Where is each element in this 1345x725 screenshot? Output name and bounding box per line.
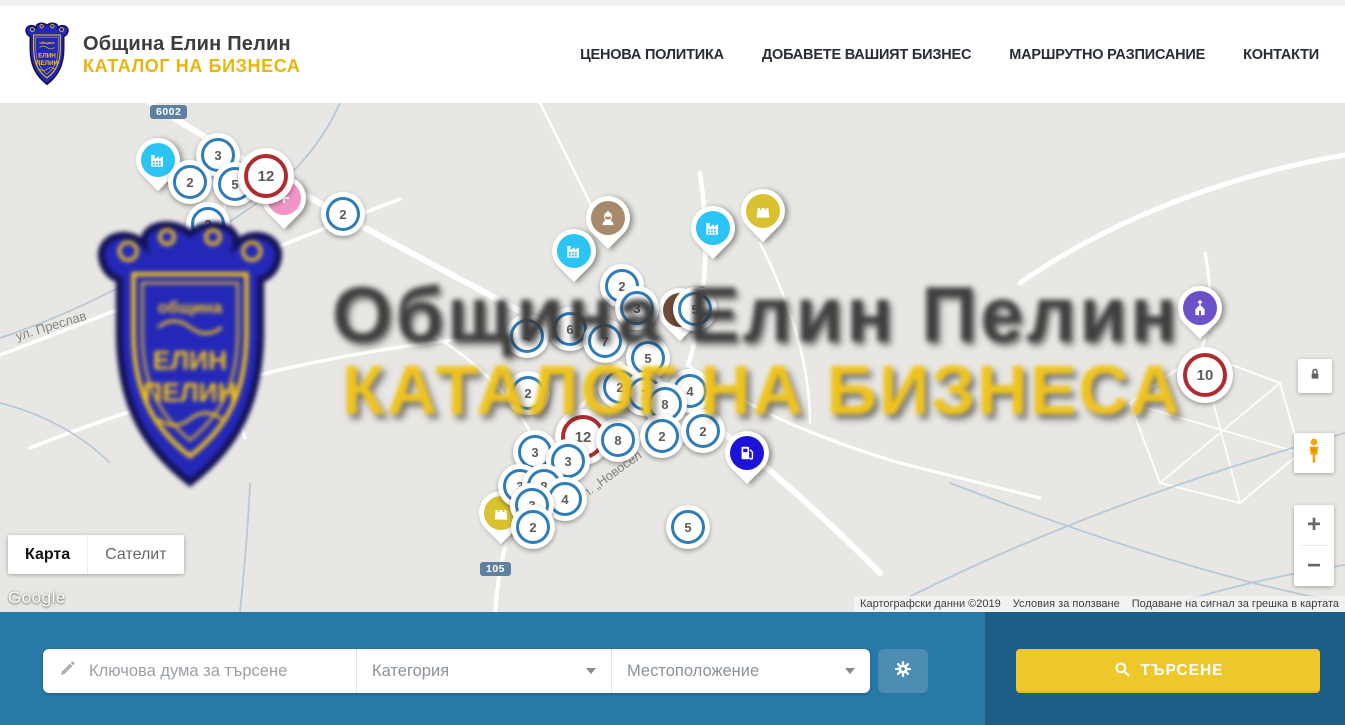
site-title: Община Елин Пелин bbox=[83, 33, 301, 56]
category-select[interactable]: Категория bbox=[357, 649, 612, 693]
cluster-marker[interactable]: 2 bbox=[506, 371, 550, 415]
nav-item[interactable]: ЦЕНОВА ПОЛИТИКА bbox=[580, 47, 724, 63]
fullscreen-lock-button[interactable] bbox=[1298, 359, 1332, 393]
zoom-in-button[interactable]: + bbox=[1294, 505, 1334, 545]
cluster-marker[interactable]: 4 bbox=[505, 314, 549, 358]
cluster-marker[interactable]: 7 bbox=[583, 319, 627, 363]
map-canvas[interactable]: ул. Преславбул. „Новоселция6002105325122… bbox=[0, 103, 1345, 612]
map-type-satellite-button[interactable]: Сателит bbox=[87, 535, 183, 574]
cluster-count: 10 bbox=[1183, 353, 1227, 397]
factory-pin[interactable] bbox=[551, 228, 597, 288]
map-attribution: Картографски данни ©2019 Условия за полз… bbox=[854, 596, 1345, 612]
pegman-icon bbox=[1302, 437, 1326, 470]
svg-text:ПЕЛИН: ПЕЛИН bbox=[36, 60, 59, 67]
pencil-icon bbox=[58, 660, 87, 683]
street-view-pegman-button[interactable] bbox=[1294, 433, 1334, 473]
search-field-group: Категория Местоположение bbox=[43, 649, 870, 693]
header: община ЕЛИН ПЕЛИН Община Елин Пелин КАТА… bbox=[0, 0, 1345, 103]
chevron-down-icon bbox=[845, 668, 855, 674]
cluster-marker[interactable]: 2 bbox=[640, 414, 684, 458]
fuel-pin[interactable] bbox=[724, 430, 770, 490]
category-select-label: Категория bbox=[372, 662, 449, 681]
nav-item[interactable]: ДОБАВЕТЕ ВАШИЯТ БИЗНЕС bbox=[762, 47, 971, 63]
cluster-marker[interactable]: 3 bbox=[615, 286, 659, 330]
chevron-down-icon bbox=[586, 668, 596, 674]
site-subtitle: КАТАЛОГ НА БИЗНЕСА bbox=[83, 56, 301, 77]
factory-icon bbox=[696, 211, 730, 245]
shopping-bag-pin[interactable] bbox=[740, 188, 786, 248]
cluster-count: 2 bbox=[173, 165, 207, 199]
cluster-marker[interactable]: 12 bbox=[238, 148, 294, 204]
location-select-label: Местоположение bbox=[627, 662, 759, 681]
municipality-logo[interactable]: община ЕЛИН ПЕЛИН bbox=[22, 22, 72, 88]
factory-pin[interactable] bbox=[690, 205, 736, 265]
cluster-count: 4 bbox=[510, 319, 544, 353]
cluster-marker[interactable]: 2 bbox=[168, 160, 212, 204]
cluster-count: 2 bbox=[326, 197, 360, 231]
cluster-count: 5 bbox=[678, 292, 712, 326]
cluster-count: 2 bbox=[516, 510, 550, 544]
cluster-marker[interactable]: 2 bbox=[511, 505, 555, 549]
search-button-label: ТЪРСЕНЕ bbox=[1141, 662, 1224, 680]
cluster-count: 3 bbox=[620, 291, 654, 325]
svg-text:община: община bbox=[39, 40, 55, 45]
svg-text:ЕЛИН: ЕЛИН bbox=[38, 52, 56, 59]
brand-block: Община Елин Пелин КАТАЛОГ НА БИЗНЕСА bbox=[83, 33, 301, 77]
google-logo[interactable]: Google bbox=[8, 588, 66, 608]
church-icon bbox=[1183, 291, 1217, 325]
fuel-icon bbox=[730, 436, 764, 470]
terms-link[interactable]: Условия за ползване bbox=[1007, 596, 1126, 612]
main-nav: ЦЕНОВА ПОЛИТИКА ДОБАВЕТЕ ВАШИЯТ БИЗНЕС МАР… bbox=[580, 47, 1319, 63]
gear-icon bbox=[893, 659, 913, 684]
cluster-count: 2 bbox=[511, 376, 545, 410]
search-input[interactable] bbox=[87, 661, 341, 682]
search-button[interactable]: ТЪРСЕНЕ bbox=[1016, 649, 1320, 693]
shopping-bag-icon bbox=[746, 194, 780, 228]
search-bar: Категория Местоположение bbox=[0, 612, 1345, 725]
cluster-count: 5 bbox=[671, 510, 705, 544]
cluster-marker[interactable]: 2 bbox=[186, 202, 230, 246]
map-type-map-button[interactable]: Карта bbox=[8, 535, 87, 574]
attribution-copyright: Картографски данни ©2019 bbox=[854, 596, 1007, 612]
keyword-segment bbox=[43, 649, 357, 693]
map-type-switch: Карта Сателит bbox=[8, 535, 184, 574]
cluster-marker[interactable]: 10 bbox=[1177, 347, 1233, 403]
zoom-out-button[interactable]: − bbox=[1294, 546, 1334, 586]
cluster-marker[interactable]: 8 bbox=[596, 418, 640, 462]
cluster-count: 5 bbox=[631, 341, 665, 375]
cluster-count: 2 bbox=[645, 419, 679, 453]
cluster-count: 12 bbox=[244, 154, 288, 198]
church-pin[interactable] bbox=[1177, 285, 1223, 345]
factory-icon bbox=[557, 234, 591, 268]
cluster-count: 7 bbox=[588, 324, 622, 358]
nav-item[interactable]: КОНТАКТИ bbox=[1243, 47, 1319, 63]
search-settings-button[interactable] bbox=[878, 649, 928, 693]
road-badge: 105 bbox=[480, 562, 511, 576]
search-icon bbox=[1113, 660, 1131, 683]
cluster-count: 2 bbox=[686, 414, 720, 448]
report-error-link[interactable]: Подаване на сигнал за грешка в картата bbox=[1126, 596, 1345, 612]
lock-icon bbox=[1307, 366, 1323, 387]
cluster-marker[interactable]: 5 bbox=[666, 505, 710, 549]
nav-item[interactable]: МАРШРУТНО РАЗПИСАНИЕ bbox=[1009, 47, 1205, 63]
cluster-marker[interactable]: 2 bbox=[321, 192, 365, 236]
road-badge: 6002 bbox=[150, 105, 187, 119]
cluster-count: 2 bbox=[191, 207, 225, 241]
cluster-count: 8 bbox=[601, 423, 635, 457]
cluster-marker[interactable]: 5 bbox=[673, 287, 717, 331]
zoom-control: + − bbox=[1294, 505, 1334, 586]
page: община ЕЛИН ПЕЛИН Община Елин Пелин КАТА… bbox=[0, 0, 1345, 725]
location-select[interactable]: Местоположение bbox=[612, 649, 870, 693]
cluster-marker[interactable]: 2 bbox=[681, 409, 725, 453]
cluster-count: 6 bbox=[553, 312, 587, 346]
